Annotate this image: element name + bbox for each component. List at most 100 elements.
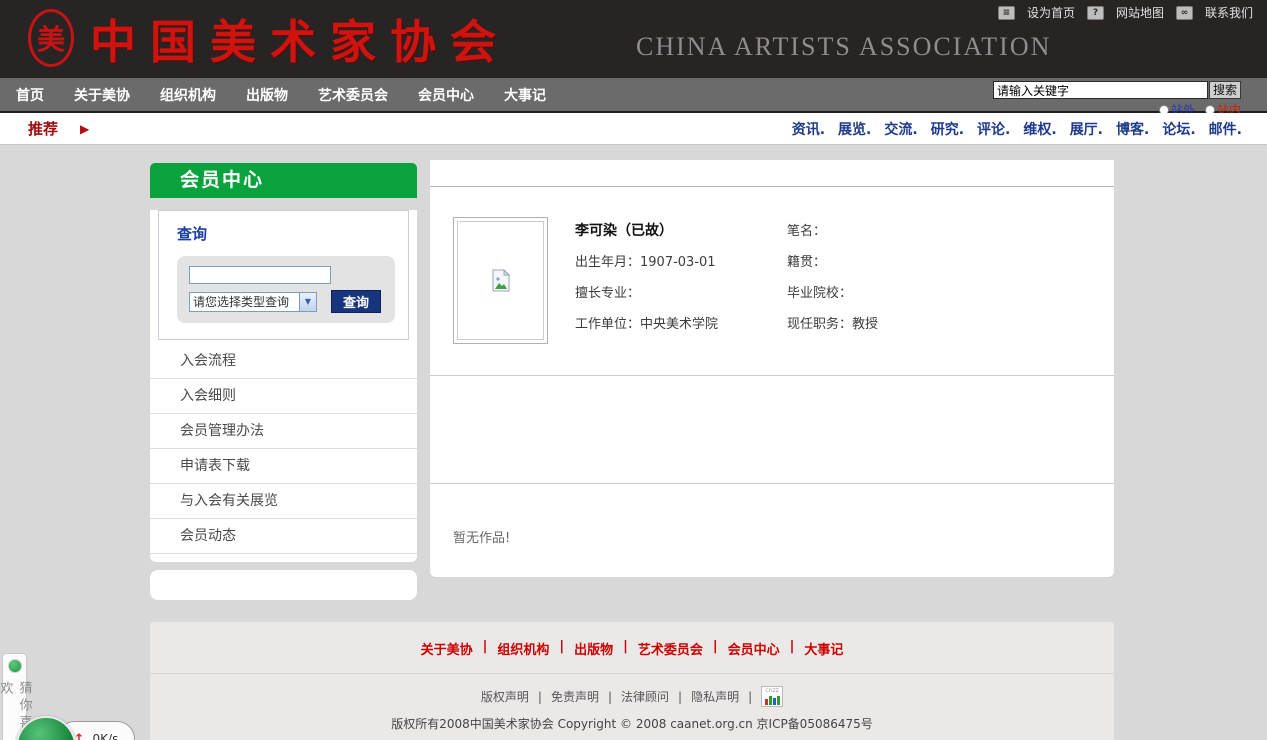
footer-separator: | bbox=[790, 639, 795, 658]
green-dot-icon bbox=[8, 659, 22, 673]
footer-separator: | bbox=[623, 639, 628, 658]
nav-item-about[interactable]: 关于美协 bbox=[74, 85, 130, 105]
channel-forum[interactable]: 论坛. bbox=[1162, 119, 1195, 139]
sidebar-item-member-news[interactable]: 会员动态 bbox=[150, 519, 417, 554]
main-nav: 首页 关于美协 组织机构 出版物 艺术委员会 会员中心 大事记 搜索 站外 站内 bbox=[0, 78, 1267, 113]
recommend-label: 推荐 bbox=[28, 118, 58, 139]
channel-review[interactable]: 评论. bbox=[977, 119, 1010, 139]
query-form: 请您选择类型查询 ▼ 查询 bbox=[177, 256, 395, 323]
footer-link-about[interactable]: 关于美协 bbox=[421, 639, 473, 658]
broken-image-icon bbox=[490, 269, 512, 293]
channel-gallery[interactable]: 展厅. bbox=[1070, 119, 1103, 139]
member-detail-panel: 李可染（已故） 笔名： 出生年月：1907-03-01 籍贯： 擅长专业： 毕业… bbox=[430, 160, 1114, 577]
channel-exchange[interactable]: 交流. bbox=[884, 119, 917, 139]
query-select-row: 请您选择类型查询 ▼ 查询 bbox=[189, 290, 385, 313]
sidebar-panel: 查询 请您选择类型查询 ▼ 查询 入会流程 入会细 bbox=[150, 210, 417, 562]
channel-mail[interactable]: 邮件. bbox=[1209, 119, 1242, 139]
sidebar-item-join-process[interactable]: 入会流程 bbox=[150, 344, 417, 379]
legal-counsel-link[interactable]: 法律顾问 bbox=[621, 688, 669, 705]
specialty-field: 擅长专业： bbox=[575, 282, 787, 301]
legal-copyright-link[interactable]: 版权声明 bbox=[481, 688, 529, 705]
set-homepage-icon: ≡ bbox=[998, 6, 1015, 20]
channel-news[interactable]: 资讯. bbox=[792, 119, 825, 139]
footer-separator: | bbox=[713, 639, 718, 658]
sidebar-title: 会员中心 bbox=[150, 163, 417, 198]
pen-name-field: 笔名： bbox=[787, 220, 878, 239]
legal-privacy-link[interactable]: 隐私声明 bbox=[691, 688, 739, 705]
channel-exhibition[interactable]: 展览. bbox=[838, 119, 871, 139]
legal-disclaimer-link[interactable]: 免责声明 bbox=[551, 688, 599, 705]
contact-link[interactable]: 联系我们 bbox=[1205, 4, 1253, 21]
channel-blog[interactable]: 博客. bbox=[1116, 119, 1149, 139]
site-header: 美 中国美术家协会 CHINA ARTISTS ASSOCIATION ≡ 设为… bbox=[0, 0, 1267, 78]
search-input[interactable] bbox=[993, 81, 1208, 99]
legal-separator: | bbox=[748, 690, 752, 704]
search-button[interactable]: 搜索 bbox=[1209, 81, 1241, 99]
legal-separator: | bbox=[608, 690, 612, 704]
member-query-box: 查询 请您选择类型查询 ▼ 查询 bbox=[158, 210, 409, 340]
cnzz-stats-badge[interactable]: cnzz bbox=[761, 686, 783, 707]
query-submit-button[interactable]: 查询 bbox=[331, 290, 381, 313]
nav-item-art-committee[interactable]: 艺术委员会 bbox=[318, 85, 388, 105]
sidebar: 会员中心 查询 请您选择类型查询 ▼ 查询 bbox=[150, 160, 417, 600]
english-site-title: CHINA ARTISTS ASSOCIATION bbox=[636, 32, 1051, 62]
query-type-selected-value: 请您选择类型查询 bbox=[190, 293, 299, 310]
nav-item-events[interactable]: 大事记 bbox=[504, 85, 546, 105]
sidebar-item-application-download[interactable]: 申请表下载 bbox=[150, 449, 417, 484]
artist-info: 李可染（已故） 笔名： 出生年月：1907-03-01 籍贯： 擅长专业： 毕业… bbox=[575, 217, 878, 375]
cnzz-label: cnzz bbox=[765, 687, 778, 694]
query-keyword-input[interactable] bbox=[189, 266, 331, 284]
sidebar-item-member-management[interactable]: 会员管理办法 bbox=[150, 414, 417, 449]
birth-date-value: 1907-03-01 bbox=[640, 255, 716, 270]
channel-links: 资讯. 展览. 交流. 研究. 评论. 维权. 展厅. 博客. 论坛. 邮件. bbox=[792, 119, 1242, 139]
artist-photo bbox=[457, 221, 544, 340]
work-unit-field: 工作单位：中央美术学院 bbox=[575, 313, 787, 332]
position-field: 现任职务：教授 bbox=[787, 313, 878, 332]
origin-field: 籍贯： bbox=[787, 251, 878, 270]
position-value: 教授 bbox=[852, 317, 878, 332]
footer-link-organization[interactable]: 组织机构 bbox=[497, 639, 549, 658]
footer-separator: | bbox=[559, 639, 564, 658]
sitemap-icon: ? bbox=[1087, 6, 1104, 20]
page: 美 中国美术家协会 CHINA ARTISTS ASSOCIATION ≡ 设为… bbox=[0, 0, 1267, 740]
speed-value: 0K/s bbox=[93, 732, 119, 740]
footer-nav: 关于美协 | 组织机构 | 出版物 | 艺术委员会 | 会员中心 | 大事记 bbox=[150, 622, 1114, 658]
footer-link-events[interactable]: 大事记 bbox=[804, 639, 843, 658]
chevron-down-icon: ▼ bbox=[299, 293, 316, 311]
no-works-message: 暂无作品! bbox=[430, 484, 1114, 577]
cnzz-bars-icon bbox=[765, 695, 780, 705]
artist-photo-frame bbox=[453, 217, 548, 344]
footer: 关于美协 | 组织机构 | 出版物 | 艺术委员会 | 会员中心 | 大事记 版… bbox=[150, 622, 1114, 740]
association-seal-icon: 美 bbox=[28, 9, 74, 67]
birth-date-field: 出生年月：1907-03-01 bbox=[575, 251, 787, 270]
set-homepage-link[interactable]: 设为首页 bbox=[1027, 4, 1075, 21]
sitemap-link[interactable]: 网站地图 bbox=[1116, 4, 1164, 21]
main-area: 会员中心 查询 请您选择类型查询 ▼ 查询 bbox=[150, 160, 1114, 600]
footer-link-member-center[interactable]: 会员中心 bbox=[728, 639, 780, 658]
nav-item-publications[interactable]: 出版物 bbox=[246, 85, 288, 105]
content-top-strip bbox=[430, 160, 1114, 187]
sidebar-item-join-rules[interactable]: 入会细则 bbox=[150, 379, 417, 414]
copyright-line: 版权所有2008中国美术家协会 Copyright © 2008 caanet.… bbox=[150, 716, 1114, 732]
nav-item-member-center[interactable]: 会员中心 bbox=[418, 85, 474, 105]
sidebar-empty-panel bbox=[150, 570, 417, 600]
header-quick-links: ≡ 设为首页 ? 网站地图 ∞ 联系我们 bbox=[998, 4, 1253, 21]
nav-item-organization[interactable]: 组织机构 bbox=[160, 85, 216, 105]
contact-icon: ∞ bbox=[1176, 6, 1193, 20]
channel-rights[interactable]: 维权. bbox=[1023, 119, 1056, 139]
footer-divider bbox=[150, 673, 1114, 674]
footer-link-art-committee[interactable]: 艺术委员会 bbox=[638, 639, 703, 658]
sub-nav: 推荐 ▶ 资讯. 展览. 交流. 研究. 评论. 维权. 展厅. 博客. 论坛.… bbox=[0, 113, 1267, 145]
artist-profile: 李可染（已故） 笔名： 出生年月：1907-03-01 籍贯： 擅长专业： 毕业… bbox=[430, 187, 1114, 376]
site-search: 搜索 bbox=[993, 81, 1241, 99]
legal-separator: | bbox=[538, 690, 542, 704]
footer-legal-links: 版权声明 | 免责声明 | 法律顾问 | 隐私声明 | cnzz bbox=[150, 686, 1114, 707]
sidebar-item-related-exhibitions[interactable]: 与入会有关展览 bbox=[150, 484, 417, 519]
query-type-select[interactable]: 请您选择类型查询 ▼ bbox=[189, 292, 317, 312]
footer-link-publications[interactable]: 出版物 bbox=[574, 639, 613, 658]
artist-name: 李可染（已故） bbox=[575, 220, 787, 239]
footer-separator: | bbox=[483, 639, 488, 658]
nav-item-home[interactable]: 首页 bbox=[16, 85, 44, 105]
channel-research[interactable]: 研究. bbox=[931, 119, 964, 139]
legal-separator: | bbox=[678, 690, 682, 704]
